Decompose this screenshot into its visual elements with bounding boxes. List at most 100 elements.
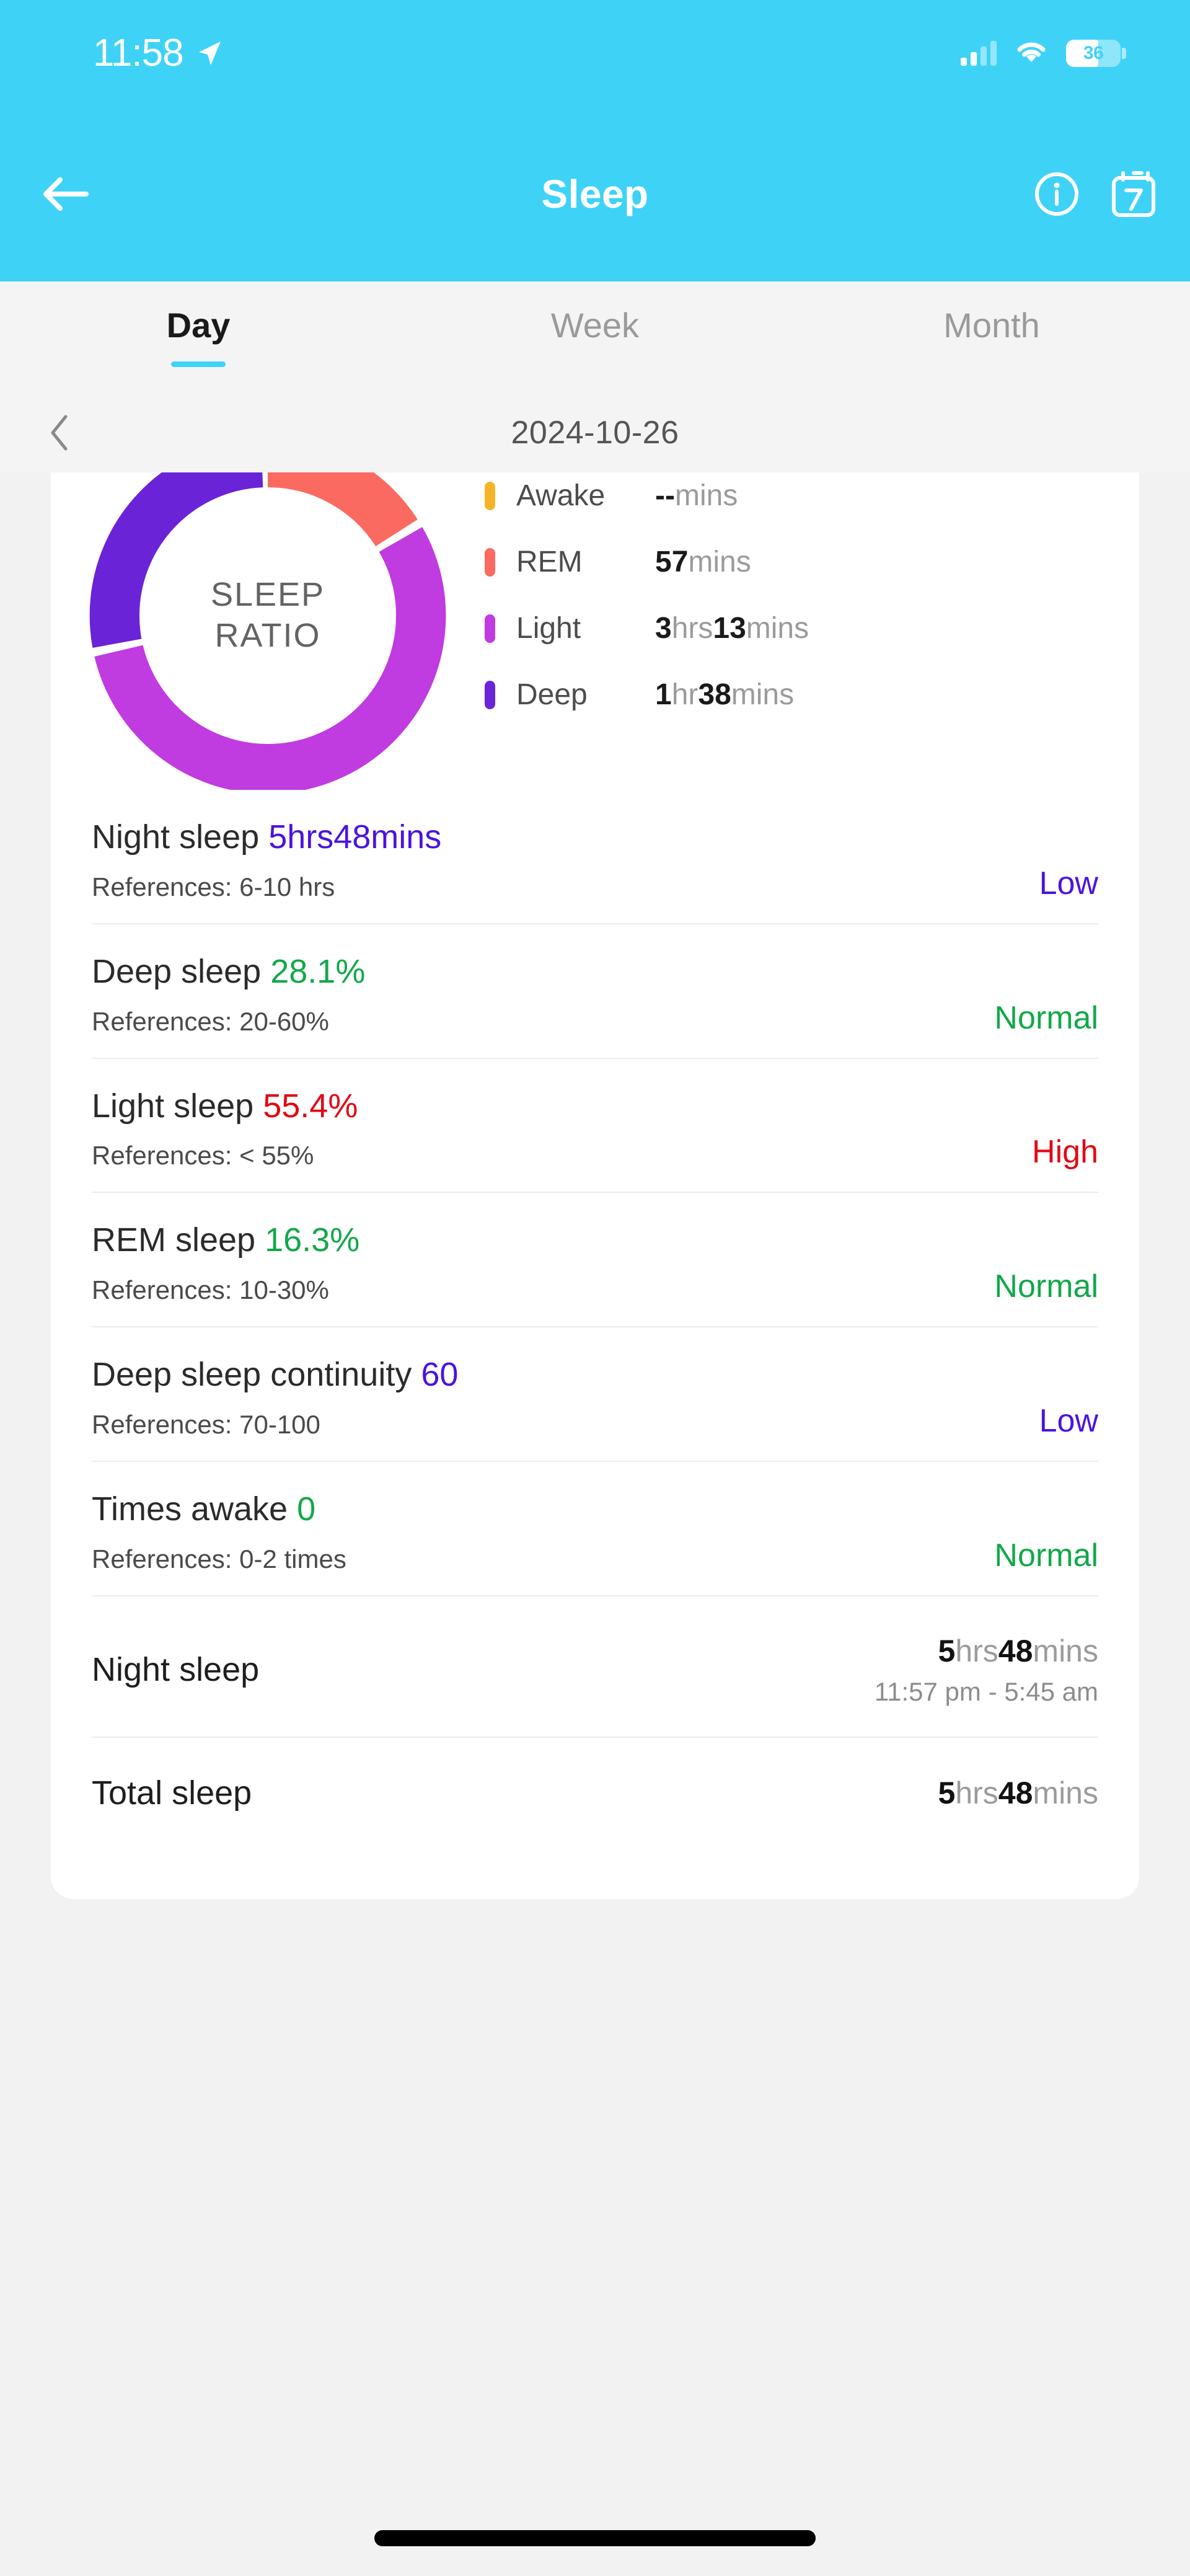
legend-value-light: 3hrs13mins [655, 611, 809, 645]
summary-row-total-sleep[interactable]: Total sleep 5hrs48mins [92, 1737, 1098, 1842]
tab-day[interactable]: Day [0, 305, 397, 367]
legend-label-rem: REM [516, 545, 655, 579]
calendar-button[interactable] [1106, 166, 1161, 222]
info-button[interactable] [1029, 166, 1085, 222]
metric-status-deep-sleep-continuity: Low [1039, 1402, 1098, 1440]
summary-value-total-sleep-mins: 48 [998, 1776, 1033, 1810]
legend-value-rem-unit: mins [688, 546, 751, 578]
summary-value-night-sleep-mins-unit: mins [1033, 1634, 1098, 1668]
summary-value-night-sleep-hrs: 5 [938, 1634, 956, 1668]
metric-row-rem-sleep[interactable]: REM sleep 16.3% References: 10-30% Norma… [92, 1192, 1098, 1326]
page-title: Sleep [0, 171, 1190, 217]
metric-reference-light-sleep: References: < 55% [92, 1141, 1098, 1171]
metric-status-times-awake: Normal [994, 1537, 1098, 1574]
metric-value-night-sleep: 5hrs48mins [268, 818, 441, 856]
status-bar-clock: 11:58 [93, 34, 183, 73]
legend-swatch-light [485, 614, 495, 643]
legend-value-deep-num: 38 [698, 678, 731, 711]
metric-title-light-sleep: Light sleep 55.4% [92, 1086, 1098, 1126]
date-navigator: 2024-10-26 [0, 393, 1190, 472]
metric-label-deep-sleep: Deep sleep [92, 953, 261, 990]
legend-value-deep-hrs-unit: hr [672, 678, 699, 711]
legend-value-light-hrs-unit: hrs [672, 612, 713, 645]
metric-reference-night-sleep: References: 6-10 hrs [92, 872, 1098, 902]
calendar-7-icon [1111, 170, 1157, 218]
legend-label-awake: Awake [516, 479, 655, 513]
metric-row-deep-sleep-continuity[interactable]: Deep sleep continuity 60 References: 70-… [92, 1326, 1098, 1461]
metric-value-deep-sleep: 28.1% [270, 953, 365, 990]
legend-value-rem: 57mins [655, 545, 751, 579]
metric-value-times-awake: 0 [297, 1490, 315, 1528]
legend-swatch-awake [485, 482, 495, 510]
summary-value-total-sleep-hrs-unit: hrs [955, 1776, 998, 1810]
legend-item-rem: REM 57mins [485, 545, 1102, 579]
metric-title-night-sleep: Night sleep 5hrs48mins [92, 817, 1098, 857]
content-card-wrapper: SLEEP RATIO Awake --mins REM 57mins Li [0, 472, 1190, 1899]
home-indicator [374, 2530, 816, 2546]
metric-row-deep-sleep[interactable]: Deep sleep 28.1% References: 20-60% Norm… [92, 923, 1098, 1058]
legend-value-awake-num: -- [655, 479, 675, 512]
cellular-signal-icon [961, 41, 997, 66]
summary-value-total-sleep-mins-unit: mins [1033, 1776, 1098, 1810]
sleep-detail-card: SLEEP RATIO Awake --mins REM 57mins Li [51, 472, 1139, 1899]
tab-day-label: Day [167, 305, 231, 345]
summary-values-night-sleep: 5hrs48mins 11:57 pm - 5:45 am [875, 1632, 1098, 1707]
metric-label-light-sleep: Light sleep [92, 1087, 253, 1125]
metric-row-light-sleep[interactable]: Light sleep 55.4% References: < 55% High [92, 1058, 1098, 1192]
battery-indicator: 36 [1066, 40, 1121, 67]
metric-status-rem-sleep: Normal [994, 1268, 1098, 1305]
status-bar-right: 36 [961, 40, 1121, 67]
metric-reference-deep-sleep: References: 20-60% [92, 1007, 1098, 1037]
summary-subtext-night-sleep: 11:57 pm - 5:45 am [875, 1677, 1098, 1707]
metric-row-times-awake[interactable]: Times awake 0 References: 0-2 times Norm… [92, 1461, 1098, 1595]
metric-label-rem-sleep: REM sleep [92, 1221, 255, 1259]
sleep-metrics-list: Night sleep 5hrs48mins References: 6-10 … [51, 790, 1139, 1595]
back-arrow-icon [42, 175, 90, 213]
legend-value-awake-unit: mins [675, 479, 738, 512]
metric-label-times-awake: Times awake [92, 1490, 288, 1528]
sleep-ratio-legend: Awake --mins REM 57mins Light 3hrs13mins… [485, 472, 1139, 712]
metric-title-times-awake: Times awake 0 [92, 1489, 1098, 1529]
metric-reference-rem-sleep: References: 10-30% [92, 1275, 1098, 1305]
metric-reference-times-awake: References: 0-2 times [92, 1544, 1098, 1574]
legend-item-deep: Deep 1hr38mins [485, 678, 1102, 712]
legend-swatch-rem [485, 548, 495, 577]
legend-item-awake: Awake --mins [485, 479, 1102, 513]
tab-week[interactable]: Week [397, 305, 793, 367]
metric-label-night-sleep: Night sleep [92, 818, 259, 856]
metric-value-rem-sleep: 16.3% [265, 1221, 359, 1259]
metric-status-deep-sleep: Normal [994, 999, 1098, 1037]
legend-value-light-num: 13 [713, 612, 746, 645]
metric-label-deep-sleep-continuity: Deep sleep continuity [92, 1356, 412, 1393]
wifi-icon [1015, 41, 1047, 66]
metric-value-deep-sleep-continuity: 60 [421, 1356, 458, 1393]
metric-row-night-sleep[interactable]: Night sleep 5hrs48mins References: 6-10 … [92, 790, 1098, 923]
status-bar-left: 11:58 [93, 34, 222, 73]
app-header: Sleep [0, 107, 1190, 281]
metric-status-light-sleep: High [1032, 1133, 1098, 1171]
legend-label-light: Light [516, 611, 655, 645]
tab-active-indicator [171, 361, 226, 367]
legend-value-light-hrs: 3 [655, 612, 672, 645]
legend-value-light-unit: mins [746, 612, 809, 645]
legend-label-deep: Deep [516, 678, 655, 712]
legend-value-awake: --mins [655, 479, 738, 513]
metric-reference-deep-sleep-continuity: References: 70-100 [92, 1410, 1098, 1440]
summary-row-night-sleep[interactable]: Night sleep 5hrs48mins 11:57 pm - 5:45 a… [92, 1595, 1098, 1737]
summary-value-total-sleep: 5hrs48mins [938, 1774, 1098, 1812]
location-arrow-icon [197, 40, 222, 67]
legend-value-rem-num: 57 [655, 546, 688, 578]
summary-label-total-sleep: Total sleep [92, 1774, 252, 1812]
header-actions [1029, 166, 1161, 222]
legend-value-deep-unit: mins [731, 678, 794, 711]
sleep-ratio-chart: SLEEP RATIO [51, 472, 485, 790]
sleep-summary-list: Night sleep 5hrs48mins 11:57 pm - 5:45 a… [51, 1595, 1139, 1899]
summary-label-night-sleep: Night sleep [92, 1650, 259, 1689]
metric-title-rem-sleep: REM sleep 16.3% [92, 1220, 1098, 1260]
period-tabs: Day Week Month [0, 281, 1190, 393]
legend-value-deep-hrs: 1 [655, 678, 672, 711]
summary-value-night-sleep-mins: 48 [998, 1634, 1033, 1668]
sleep-ratio-section: SLEEP RATIO Awake --mins REM 57mins Li [51, 472, 1139, 790]
back-button[interactable] [29, 157, 103, 231]
tab-month[interactable]: Month [793, 305, 1190, 367]
